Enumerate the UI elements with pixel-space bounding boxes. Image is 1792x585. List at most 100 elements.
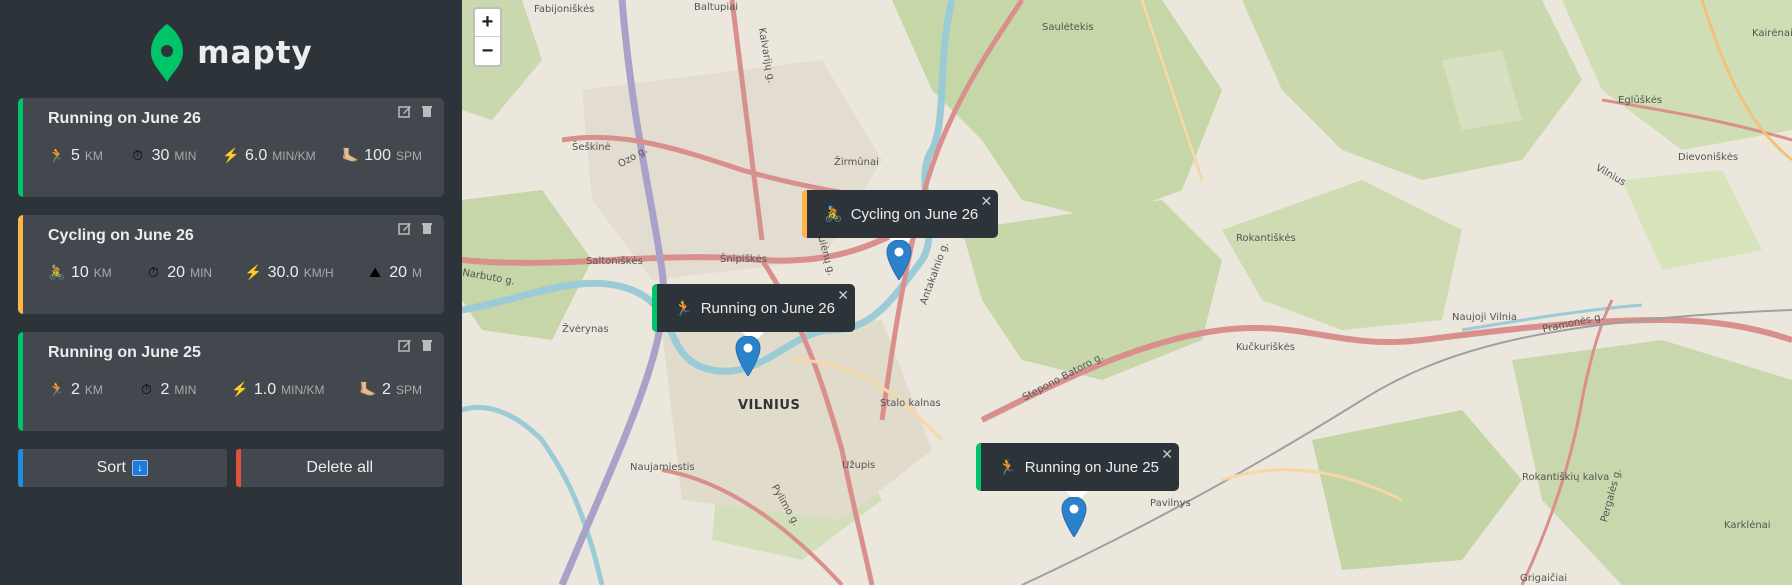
cadence-value: 2 bbox=[382, 381, 391, 398]
distance-unit: km bbox=[93, 266, 112, 280]
mountain-icon: ⛰ bbox=[369, 264, 382, 280]
map-label: Naujoji Vilnia bbox=[1452, 312, 1517, 323]
distance-value: 10 bbox=[71, 264, 89, 281]
map-label: Kučkuriškės bbox=[1236, 342, 1295, 353]
elevation-detail: ⛰ 20 m bbox=[366, 264, 422, 282]
delete-icon[interactable] bbox=[420, 338, 434, 352]
speed-detail: ⚡️ 30.0 km/h bbox=[245, 264, 334, 282]
pace-unit: min/km bbox=[272, 149, 316, 163]
distance-unit: km bbox=[84, 383, 103, 397]
workout-popup[interactable]: 🚴 Cycling on June 26 ✕ bbox=[802, 190, 999, 250]
workout-popup[interactable]: 🏃 Running on June 25 ✕ bbox=[976, 443, 1179, 503]
close-icon[interactable]: ✕ bbox=[837, 287, 849, 304]
zoom-in-button[interactable]: + bbox=[475, 9, 500, 37]
map-marker-icon[interactable] bbox=[1061, 497, 1087, 537]
map-label: Saltoniškės bbox=[586, 256, 643, 267]
pace-unit: min/km bbox=[281, 383, 325, 397]
city-label: VILNIUS bbox=[738, 398, 801, 413]
map[interactable]: + − Fabijoniškės Baltupiai Saulėtekis Ka… bbox=[462, 0, 1792, 585]
running-icon: 🏃 bbox=[674, 300, 693, 317]
duration-value: 20 bbox=[167, 264, 186, 281]
delete-icon[interactable] bbox=[420, 104, 434, 118]
map-label: Rokantiškės bbox=[1236, 233, 1296, 244]
map-marker-icon[interactable] bbox=[735, 336, 761, 376]
workout-actions bbox=[398, 221, 434, 235]
map-label: Naujamiestis bbox=[630, 462, 695, 473]
duration-value: 2 bbox=[160, 381, 170, 398]
sort-arrow-icon: ↓ bbox=[131, 460, 148, 476]
map-label: Kairėnai bbox=[1752, 28, 1792, 39]
workout-item[interactable]: Cycling on June 26 🚴 10 km ⏱ 20 min ⚡️ 30.0 km… bbox=[18, 215, 444, 314]
list-controls: Sort ↓ Delete all bbox=[18, 449, 444, 487]
distance-unit: km bbox=[84, 149, 103, 163]
elevation-value: 20 bbox=[389, 264, 407, 281]
duration-detail: ⏱ 20 min bbox=[144, 264, 212, 282]
popup-text: Cycling on June 26 bbox=[850, 205, 979, 223]
distance-value: 5 bbox=[71, 147, 80, 164]
cycling-icon: 🚴 bbox=[824, 206, 843, 223]
workout-item[interactable]: Running on June 26 🏃 5 km ⏱ 30 min ⚡️ 6.0 min/… bbox=[18, 98, 444, 197]
workout-title: Running on June 26 bbox=[48, 110, 201, 127]
map-label: Šeškinė bbox=[572, 142, 611, 153]
workout-popup[interactable]: 🏃 Running on June 26 ✕ bbox=[652, 284, 855, 344]
map-label: Šnipiškės bbox=[720, 254, 767, 265]
pace-detail: ⚡️ 1.0 min/km bbox=[231, 381, 325, 399]
edit-icon[interactable] bbox=[398, 221, 412, 235]
delete-all-button[interactable]: Delete all bbox=[235, 449, 444, 487]
close-icon[interactable]: ✕ bbox=[981, 193, 993, 210]
stopwatch-icon: ⏱ bbox=[132, 147, 144, 163]
map-label: Užupis bbox=[842, 460, 876, 471]
distance-detail: 🏃 2 km bbox=[48, 381, 103, 399]
zoom-control: + − bbox=[473, 7, 502, 67]
elevation-unit: m bbox=[411, 266, 422, 280]
pace-detail: ⚡️ 6.0 min/km bbox=[222, 147, 316, 165]
duration-unit: min bbox=[174, 383, 197, 397]
map-label: Fabijoniškės bbox=[534, 4, 595, 15]
lightning-icon: ⚡️ bbox=[222, 147, 240, 163]
duration-value: 30 bbox=[151, 147, 170, 164]
speed-value: 30.0 bbox=[267, 264, 299, 281]
lightning-icon: ⚡️ bbox=[244, 264, 263, 280]
map-label: Stalo kalnas bbox=[880, 398, 941, 409]
map-label: Baltupiai bbox=[694, 2, 739, 13]
edit-icon[interactable] bbox=[398, 338, 412, 352]
foot-icon: 🦶🏼 bbox=[359, 381, 377, 397]
workout-details: 🏃 5 km ⏱ 30 min ⚡️ 6.0 min/km 🦶🏼 100 spm bbox=[48, 147, 422, 165]
map-label: Žirmūnai bbox=[834, 157, 879, 168]
stopwatch-icon: ⏱ bbox=[140, 381, 152, 397]
logo: mapty bbox=[18, 0, 444, 86]
distance-detail: 🚴 10 km bbox=[48, 264, 112, 282]
workout-details: 🏃 2 km ⏱ 2 min ⚡️ 1.0 min/km 🦶🏼 2 spm bbox=[48, 381, 422, 399]
cycling-icon: 🚴 bbox=[48, 264, 66, 280]
cadence-unit: spm bbox=[395, 383, 422, 397]
duration-detail: ⏱ 2 min bbox=[137, 381, 196, 399]
stopwatch-icon: ⏱ bbox=[147, 264, 159, 280]
zoom-out-button[interactable]: − bbox=[475, 37, 500, 65]
map-marker-icon[interactable] bbox=[886, 240, 912, 280]
app-name: mapty bbox=[197, 35, 313, 71]
delete-all-label: Delete all bbox=[306, 459, 374, 476]
running-icon: 🏃 bbox=[998, 459, 1017, 476]
popup-text: Running on June 25 bbox=[1024, 458, 1159, 476]
sort-button[interactable]: Sort ↓ bbox=[18, 449, 227, 487]
cadence-unit: spm bbox=[395, 149, 422, 163]
duration-detail: ⏱ 30 min bbox=[129, 147, 197, 165]
cadence-detail: 🦶🏼 2 spm bbox=[359, 381, 422, 399]
duration-unit: min bbox=[174, 149, 197, 163]
delete-icon[interactable] bbox=[420, 221, 434, 235]
edit-icon[interactable] bbox=[398, 104, 412, 118]
running-icon: 🏃 bbox=[48, 147, 66, 163]
workout-item[interactable]: Running on June 25 🏃 2 km ⏱ 2 min ⚡️ 1.0 min/k… bbox=[18, 332, 444, 431]
pace-value: 1.0 bbox=[253, 381, 277, 398]
map-label: Dievoniškės bbox=[1678, 152, 1739, 163]
workouts-list: Running on June 26 🏃 5 km ⏱ 30 min ⚡️ 6.0 min/… bbox=[18, 98, 444, 431]
close-icon[interactable]: ✕ bbox=[1161, 446, 1173, 463]
map-label: Pavilnys bbox=[1150, 498, 1191, 509]
workout-title: Running on June 25 bbox=[48, 344, 201, 361]
sidebar: mapty Running on June 26 🏃 5 km ⏱ 30 min ⚡️ 6… bbox=[0, 0, 462, 585]
cadence-value: 100 bbox=[364, 147, 391, 164]
foot-icon: 🦶🏼 bbox=[341, 147, 359, 163]
lightning-icon: ⚡️ bbox=[231, 381, 249, 397]
workout-title: Cycling on June 26 bbox=[48, 227, 194, 244]
sort-label: Sort bbox=[96, 459, 126, 476]
